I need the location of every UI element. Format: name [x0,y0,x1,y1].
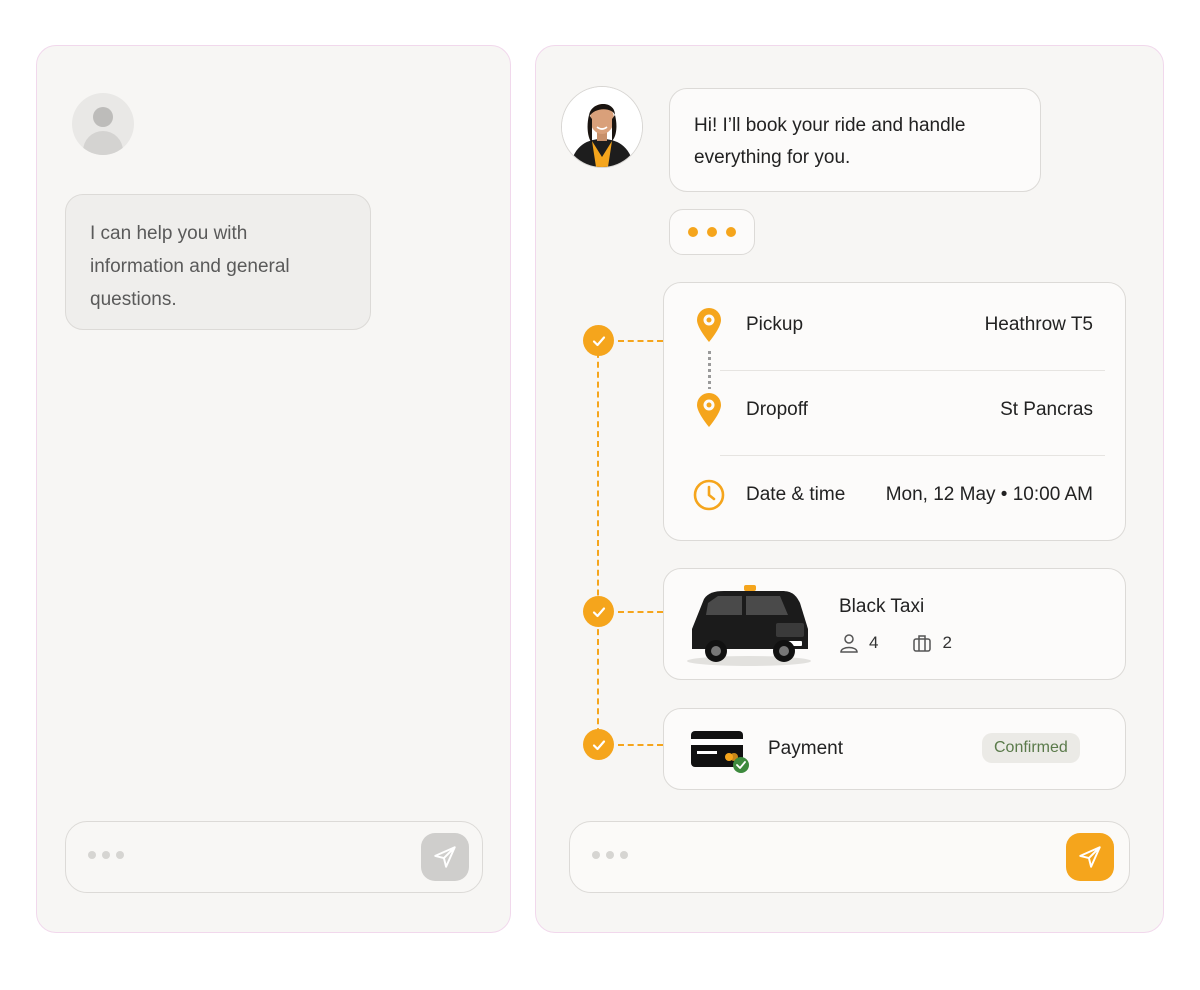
input-placeholder-dots [592,851,628,859]
booking-agent-panel: Hi! I’ll book your ride and handle every… [535,45,1164,933]
generic-avatar [72,93,134,155]
pickup-row: Pickup Heathrow T5 [664,283,1125,367]
trip-details-card[interactable]: Pickup Heathrow T5 Dropoff St Pancras Da… [663,282,1126,541]
send-button[interactable] [421,833,469,881]
vehicle-connector [618,611,663,613]
location-pin-icon [697,393,721,427]
typing-indicator [669,209,755,255]
clock-icon [693,479,725,511]
assistant-message-bubble: I can help you with information and gene… [65,194,371,330]
input-placeholder-dots [88,851,124,859]
payment-step-check-icon [583,729,614,760]
pickup-label: Pickup [746,314,804,335]
message-input[interactable] [569,821,1130,893]
pickup-value: Heathrow T5 [984,314,1093,335]
send-icon [434,846,456,868]
payment-card[interactable]: Payment Confirmed [663,708,1126,790]
vehicle-step-check-icon [583,596,614,627]
payment-status-badge: Confirmed [982,733,1080,763]
trip-connector [618,340,663,342]
passenger-count: 4 [869,633,879,652]
passenger-icon [840,634,858,653]
location-pin-icon [697,308,721,342]
vehicle-name: Black Taxi [839,596,925,617]
agent-message-bubble: Hi! I’ll book your ride and handle every… [669,88,1041,192]
agent-avatar [561,86,643,168]
payment-label: Payment [768,738,843,759]
send-icon [1079,846,1101,868]
luggage-icon [913,635,932,652]
datetime-row: Date & time Mon, 12 May • 10:00 AM [664,453,1125,537]
dropoff-row: Dropoff St Pancras [664,368,1125,452]
vehicle-card[interactable]: Black Taxi 4 2 [663,568,1126,680]
generic-assistant-panel: I can help you with information and gene… [36,45,511,933]
dropoff-value: St Pancras [1000,399,1093,420]
datetime-value: Mon, 12 May • 10:00 AM [885,484,1093,505]
datetime-label: Date & time [746,484,846,505]
vehicle-capacity: 4 2 [839,633,952,653]
timeline-line [597,342,599,744]
trip-step-check-icon [583,325,614,356]
message-input[interactable] [65,821,483,893]
credit-card-icon [691,731,749,773]
luggage-count: 2 [942,633,952,652]
payment-connector [618,744,663,746]
send-button[interactable] [1066,833,1114,881]
black-taxi-image [687,585,811,666]
dropoff-label: Dropoff [746,399,808,420]
